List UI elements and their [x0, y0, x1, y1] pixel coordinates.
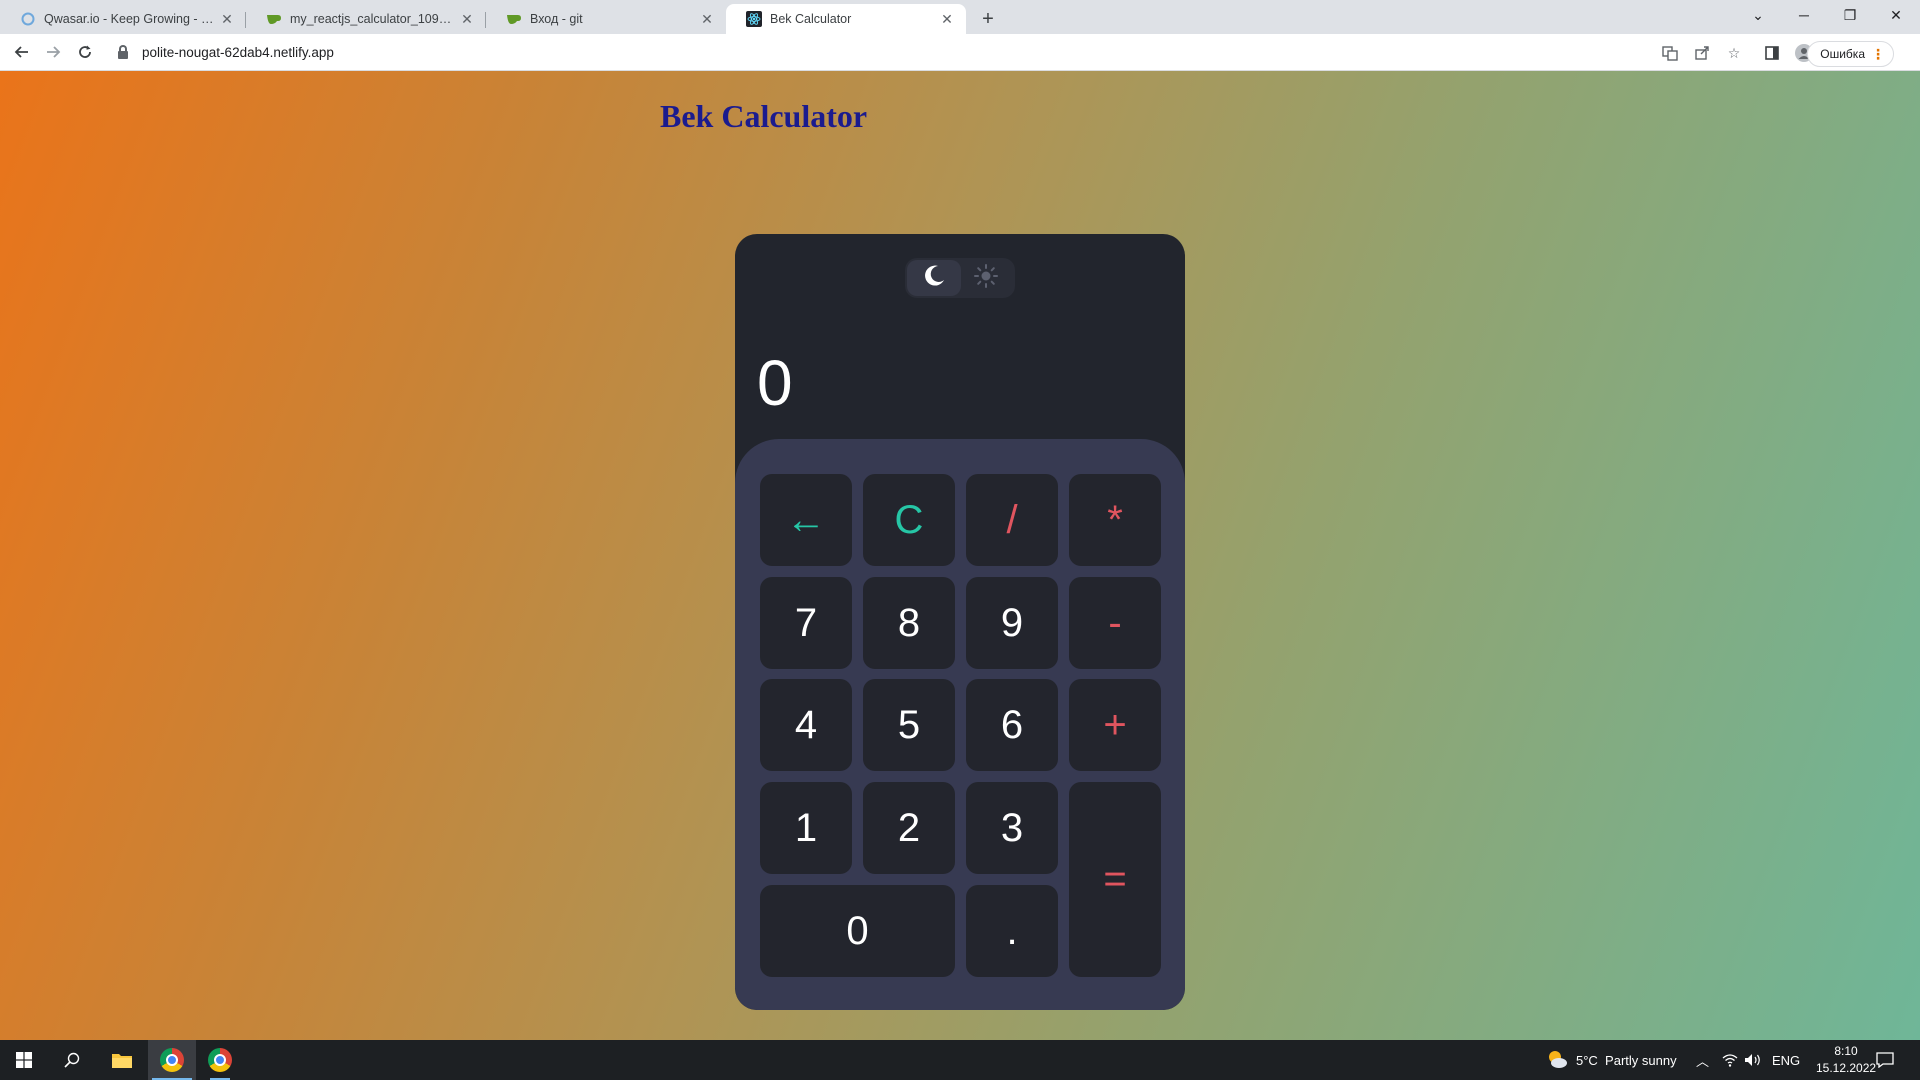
- minimize-icon[interactable]: ─: [1784, 0, 1824, 30]
- tab-label: my_reactjs_calculator_109740_or: [290, 12, 458, 26]
- reload-icon[interactable]: [71, 38, 99, 66]
- windows-start-icon[interactable]: [0, 1040, 48, 1080]
- digit-4-button[interactable]: 4: [760, 679, 852, 771]
- language-indicator[interactable]: ENG: [1772, 1040, 1800, 1080]
- page-viewport: Bek Calculator 0 ← C / * 7 8 9 - 4 5 6 +…: [0, 71, 1920, 1040]
- notification-icon[interactable]: [1876, 1040, 1894, 1080]
- backspace-button[interactable]: ←: [760, 474, 852, 566]
- sun-icon: [973, 263, 999, 294]
- digit-0-button[interactable]: 0: [760, 885, 955, 977]
- calculator-display: 0: [757, 347, 793, 419]
- side-panel-icon[interactable]: [1758, 39, 1786, 67]
- chrome-taskbar-icon[interactable]: [148, 1040, 196, 1080]
- browser-toolbar: polite-nougat-62dab4.netlify.app ☆ Ошибк…: [0, 34, 1920, 71]
- react-icon: [746, 11, 762, 27]
- translate-icon[interactable]: [1656, 39, 1684, 67]
- minus-button[interactable]: -: [1069, 577, 1161, 669]
- digit-9-button[interactable]: 9: [966, 577, 1058, 669]
- address-bar[interactable]: polite-nougat-62dab4.netlify.app ☆ Ошибк…: [108, 39, 1894, 67]
- tab-bek-calculator[interactable]: Bek Calculator ✕: [726, 4, 966, 34]
- network-icon[interactable]: [1722, 1040, 1738, 1080]
- forward-icon[interactable]: [39, 38, 67, 66]
- calculator: 0 ← C / * 7 8 9 - 4 5 6 + 1 2 3 = 0 .: [735, 234, 1185, 1010]
- decimal-point-button[interactable]: .: [966, 885, 1058, 977]
- close-icon[interactable]: ✕: [458, 10, 476, 28]
- gitea-icon: [266, 11, 282, 27]
- page-title: Bek Calculator: [660, 98, 868, 134]
- chrome-icon: [208, 1048, 232, 1072]
- back-icon[interactable]: [8, 38, 36, 66]
- share-icon[interactable]: [1688, 39, 1716, 67]
- volume-icon[interactable]: [1744, 1040, 1762, 1080]
- restore-icon[interactable]: ❐: [1830, 0, 1870, 30]
- divide-button[interactable]: /: [966, 474, 1058, 566]
- menu-dots-icon: ⋮: [1871, 45, 1885, 62]
- tab-label: Вход - git: [530, 12, 583, 26]
- close-icon[interactable]: ✕: [938, 10, 956, 28]
- chrome-icon: [160, 1048, 184, 1072]
- keypad: ← C / * 7 8 9 - 4 5 6 + 1 2 3 = 0 .: [735, 439, 1185, 1010]
- lock-icon[interactable]: [118, 45, 128, 59]
- browser-tab-strip: Qwasar.io - Keep Growing - max ✕ my_reac…: [0, 0, 1920, 34]
- qwasar-icon: [20, 11, 36, 27]
- error-label: Ошибка: [1820, 47, 1865, 61]
- tab-qwasar[interactable]: Qwasar.io - Keep Growing - max ✕: [0, 4, 246, 34]
- digit-7-button[interactable]: 7: [760, 577, 852, 669]
- light-theme-button[interactable]: [959, 260, 1013, 296]
- close-icon[interactable]: ✕: [218, 10, 236, 28]
- bookmark-star-icon[interactable]: ☆: [1720, 39, 1748, 67]
- chrome-taskbar-icon-2[interactable]: [196, 1040, 244, 1080]
- weather-sun-cloud-icon: [1546, 1049, 1568, 1072]
- clear-button[interactable]: C: [863, 474, 955, 566]
- gitea-icon: [506, 11, 522, 27]
- close-window-icon[interactable]: ✕: [1876, 0, 1916, 30]
- digit-2-button[interactable]: 2: [863, 782, 955, 874]
- digit-6-button[interactable]: 6: [966, 679, 1058, 771]
- tab-search-icon[interactable]: ⌄: [1738, 0, 1778, 30]
- tab-gitea-login[interactable]: Вход - git ✕: [486, 4, 726, 34]
- new-tab-button[interactable]: +: [975, 6, 1001, 32]
- search-icon[interactable]: [48, 1040, 96, 1080]
- plus-button[interactable]: +: [1069, 679, 1161, 771]
- equals-button[interactable]: =: [1069, 782, 1161, 977]
- weather-widget[interactable]: 5°C Partly sunny: [1546, 1040, 1677, 1080]
- clock-time: 8:10: [1834, 1044, 1858, 1058]
- multiply-button[interactable]: *: [1069, 474, 1161, 566]
- digit-8-button[interactable]: 8: [863, 577, 955, 669]
- url-text[interactable]: polite-nougat-62dab4.netlify.app: [142, 45, 334, 60]
- tab-label: Qwasar.io - Keep Growing - max: [44, 12, 218, 26]
- weather-text: 5°C Partly sunny: [1576, 1052, 1677, 1068]
- windows-taskbar: 5°C Partly sunny ︿ ENG 8:10 15.12.2022: [0, 1040, 1920, 1080]
- clock-date: 15.12.2022: [1816, 1061, 1877, 1075]
- file-explorer-icon[interactable]: [98, 1040, 146, 1080]
- tray-chevron-icon[interactable]: ︿: [1696, 1040, 1709, 1080]
- tab-gitea-repo[interactable]: my_reactjs_calculator_109740_or ✕: [246, 4, 486, 34]
- clock[interactable]: 8:10 15.12.2022: [1816, 1043, 1876, 1077]
- digit-3-button[interactable]: 3: [966, 782, 1058, 874]
- moon-icon: [921, 263, 947, 294]
- error-button[interactable]: Ошибка ⋮: [1807, 41, 1894, 67]
- digit-1-button[interactable]: 1: [760, 782, 852, 874]
- theme-toggle[interactable]: [905, 258, 1015, 298]
- close-icon[interactable]: ✕: [698, 10, 716, 28]
- dark-theme-button[interactable]: [907, 260, 961, 296]
- digit-5-button[interactable]: 5: [863, 679, 955, 771]
- tab-label: Bek Calculator: [770, 12, 852, 26]
